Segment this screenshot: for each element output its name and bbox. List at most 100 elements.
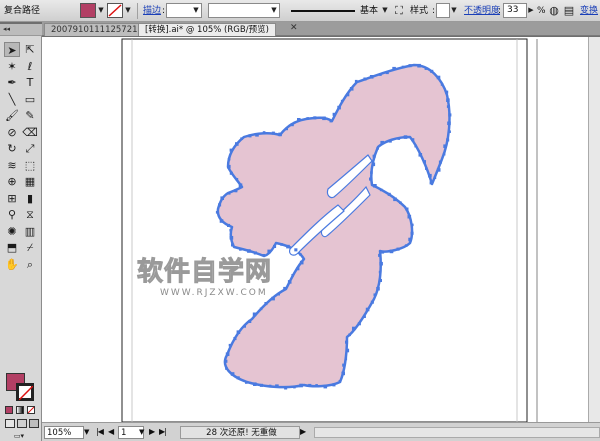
anchor-point [370,171,373,174]
anchor-point [410,231,414,235]
anchor-point [268,384,272,388]
horizontal-scrollbar[interactable] [314,427,600,438]
transform-panel-link[interactable]: 变换 [580,0,598,22]
slice-tool-icon[interactable]: ⌿ [22,240,38,255]
type-tool-icon[interactable]: T [22,75,38,90]
column-graph-tool-icon[interactable]: ▥ [22,224,38,239]
blend-tool-icon[interactable]: ⧖ [22,207,38,222]
tab-document-1[interactable]: 2007910111125721 [44,23,145,36]
anchor-point [218,203,222,207]
paintbrush-tool-icon[interactable]: 🖌 [4,108,20,123]
anchor-point [446,105,450,108]
eyedropper-tool-icon[interactable]: ⚲ [4,207,20,222]
anchor-point [262,131,266,134]
anchor-point [322,116,326,121]
selection-tool-icon[interactable]: ➤ [4,42,20,57]
anchor-point [291,274,294,277]
artboard[interactable]: 软件自学网 WWW.RJZXW.COM [42,37,600,422]
mesh-tool-icon[interactable]: ⊞ [4,191,20,206]
color-mode-icon[interactable] [5,406,13,414]
anchor-point [294,248,298,252]
draw-behind-icon[interactable] [17,419,27,428]
no-stroke-icon [19,386,33,400]
warp-tool-icon[interactable]: ≋ [4,158,20,173]
first-artboard-icon[interactable]: |◀ [96,426,104,439]
eraser-tool-icon[interactable]: ⌫ [22,125,38,140]
anchor-point [379,73,382,76]
anchor-point [401,65,405,69]
opacity-dropdown[interactable]: ▶ [526,3,536,18]
zoom-tool-icon[interactable]: ⌕ [22,257,38,272]
artboard-dropdown-arrow[interactable]: ▼ [139,426,144,439]
none-mode-icon[interactable] [27,406,35,414]
gradient-tool-icon[interactable]: ▮ [22,191,38,206]
blob-brush-tool-icon[interactable]: ⊘ [4,125,20,140]
stroke-color-swatch[interactable] [107,3,123,18]
document-canvas[interactable]: 软件自学网 WWW.RJZXW.COM [42,37,600,422]
free-transform-tool-icon[interactable]: ⬚ [22,158,38,173]
rectangle-tool-icon[interactable]: ▭ [22,92,38,107]
hand-tool-icon[interactable]: ✋ [4,257,20,272]
align-stroke-icon[interactable]: ⛶ [392,4,406,18]
magic-wand-tool-icon[interactable]: ✶ [4,59,20,74]
recolor-artwork-icon[interactable]: ◍ [547,4,561,18]
artboard-tool-icon[interactable]: ⬒ [4,240,20,255]
scale-tool-icon[interactable]: ⤢ [22,141,38,156]
tools-panel-header[interactable]: ◂◂ [0,24,42,36]
symbol-sprayer-tool-icon[interactable]: ✺ [4,224,20,239]
stroke-dropdown-arrow[interactable]: ▼ [123,3,133,18]
draw-normal-icon[interactable] [5,419,15,428]
pencil-tool-icon[interactable]: ✎ [22,108,38,123]
vertical-scrollbar[interactable] [588,37,600,422]
anchor-point [396,247,400,251]
status-menu-arrow[interactable]: ▶ [300,426,306,439]
draw-inside-icon[interactable] [29,419,39,428]
anchor-point [379,188,383,192]
collapse-icon[interactable]: ◂◂ [3,24,10,35]
close-tab-icon[interactable]: ✕ [290,22,298,35]
tab-document-2[interactable]: [转换].ai* @ 105% (RGB/预览) [138,23,276,36]
anchor-point [438,160,442,164]
fill-dropdown-arrow[interactable]: ▼ [96,3,106,18]
style-dropdown[interactable]: ▼ [449,3,459,18]
anchor-point [296,267,300,271]
stroke-swatch[interactable] [16,383,34,401]
anchor-point [387,192,391,196]
stroke-panel-link[interactable]: 描边 [143,0,161,22]
profile-dropdown[interactable]: ▼ [269,3,279,18]
pen-tool-icon[interactable]: ✒ [4,75,20,90]
perspective-grid-tool-icon[interactable]: ▦ [22,174,38,189]
fill-color-swatch[interactable] [80,3,96,18]
opacity-panel-link[interactable]: 不透明度 [464,0,500,22]
arrange-documents-icon[interactable]: ▤ [562,4,576,18]
anchor-point [445,90,449,94]
last-artboard-icon[interactable]: ▶| [159,426,167,439]
direct-selection-tool-icon[interactable]: ⇱ [22,42,38,57]
anchor-point [273,244,277,248]
anchor-point [429,181,433,185]
zoom-field[interactable]: 105% [44,426,84,439]
anchor-point [264,302,268,306]
screen-mode-icon[interactable]: ▭▾ [8,432,30,440]
anchor-point [229,236,234,240]
anchor-point [388,139,392,143]
zoom-dropdown-arrow[interactable]: ▼ [84,426,89,439]
shape-builder-tool-icon[interactable]: ⊕ [4,174,20,189]
anchor-point [417,63,421,68]
line-segment-tool-icon[interactable]: ╲ [4,92,20,107]
anchor-point [381,251,385,254]
stroke-weight-dropdown[interactable]: ▼ [191,3,201,18]
brush-dropdown[interactable]: ▼ [380,3,390,18]
previous-artboard-icon[interactable]: ◀ [108,426,114,439]
next-artboard-icon[interactable]: ▶ [149,426,155,439]
gradient-mode-icon[interactable] [16,406,24,414]
lasso-tool-icon[interactable]: ℓ [22,59,38,74]
opacity-field[interactable]: 33 [503,3,527,18]
graphic-style-swatch[interactable] [436,3,450,18]
anchor-point [448,130,451,133]
anchor-point [227,192,231,195]
anchor-point [293,385,296,389]
rotate-tool-icon[interactable]: ↻ [4,141,20,156]
anchor-point [340,99,344,103]
anchor-point [267,249,271,254]
